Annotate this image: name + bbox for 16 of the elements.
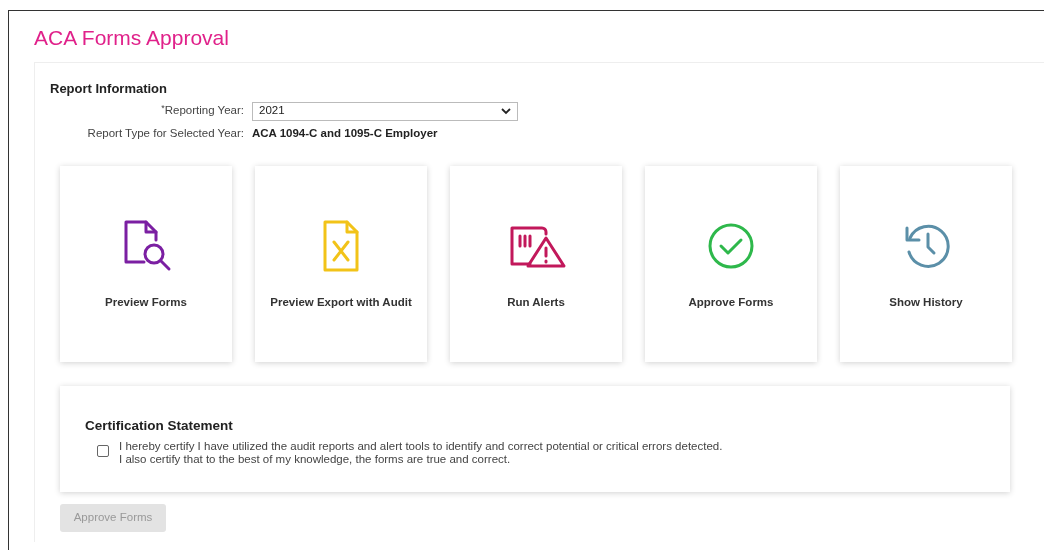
- certification-text: I hereby certify I have utilized the audit reports and alert tools to identify and correct potential or critical errors detected.: [119, 440, 723, 453]
- action-card[interactable]: Preview Export with Audit: [255, 165, 427, 362]
- certify-checkbox[interactable]: [97, 445, 109, 457]
- field-label: *Reporting Year:: [161, 102, 244, 119]
- section-heading: Report Information: [50, 80, 168, 98]
- action-card[interactable]: Preview Forms: [60, 165, 232, 362]
- certification-text: I also certify that to the best of my knowledge, the forms are true and correct.: [119, 453, 512, 466]
- action-card[interactable]: Run Alerts: [450, 165, 622, 362]
- field-label: Report Type for Selected Year:: [86, 125, 244, 141]
- action-card[interactable]: Approve Forms: [645, 165, 817, 362]
- action-card[interactable]: Show History: [840, 165, 1012, 362]
- report-type-value: ACA 1094-C and 1095-C Employer: [252, 125, 439, 141]
- page-title: ACA Forms Approval: [34, 25, 230, 51]
- chevron-down-icon: [501, 107, 511, 115]
- section-heading: Certification Statement: [85, 416, 234, 435]
- year-select[interactable]: 2021: [252, 101, 518, 121]
